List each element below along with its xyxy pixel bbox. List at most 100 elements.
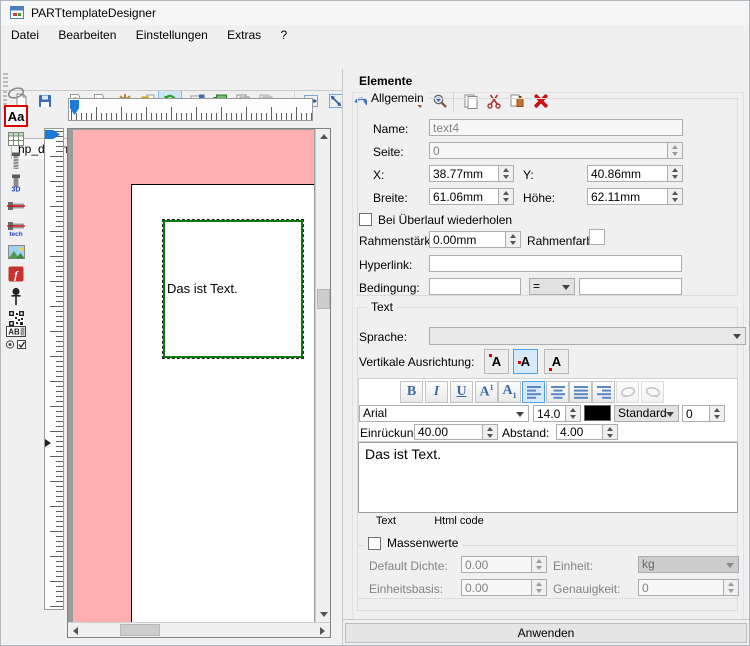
selected-textbox[interactable]: Das ist Text. [163,220,303,358]
menu-datei[interactable]: Datei [3,25,47,45]
einheit-combo[interactable]: kg [638,556,739,573]
align-left-button[interactable] [522,381,545,403]
table-tool-button[interactable] [4,129,28,149]
subscript-icon: A1 [502,384,516,400]
basis-spinner[interactable] [532,579,547,596]
vertikal-label: Vertikale Ausrichtung: [359,355,474,369]
bold-button[interactable]: B [400,381,423,403]
menu-bearbeiten[interactable]: Bearbeiten [50,25,124,45]
valign-bottom-button[interactable]: A [544,349,569,374]
dichte-input[interactable] [461,556,532,573]
menu-einstellungen[interactable]: Einstellungen [128,25,216,45]
font-size-spinner[interactable] [566,405,581,422]
bedingung-operator-combo[interactable]: = [529,278,575,295]
abstand-label: Abstand: [502,426,549,440]
pin-tool-button[interactable] [4,286,28,306]
basis-input[interactable] [461,579,532,596]
bold-icon: B [407,385,416,399]
underline-icon: U [456,385,466,399]
bolt-dimension-tool-button[interactable] [4,196,28,216]
superscript-button[interactable]: A1 [475,381,498,403]
overflow-checkbox[interactable] [359,213,372,226]
chevron-down-icon [516,412,524,417]
tab-html-code[interactable]: Html code [415,513,503,529]
scroll-down-icon[interactable] [316,607,331,622]
screw-3d-tool-button[interactable]: 3D [4,173,28,193]
horizontal-scroll-thumb[interactable] [120,624,160,636]
seite-input[interactable] [429,142,668,159]
canvas-horizontal-scrollbar[interactable] [68,622,330,637]
breite-input[interactable] [429,188,499,205]
chevron-down-icon [562,285,570,290]
tab-text[interactable]: Text [362,513,410,529]
font-family-combo[interactable]: Arial [359,405,529,422]
x-input[interactable] [429,165,499,182]
bolt-tech-tool-button[interactable]: tech [4,219,28,239]
font-extra-spinner[interactable] [710,405,725,422]
genauigkeit-input[interactable] [638,579,724,596]
massenwerte-checkbox[interactable] [368,537,381,550]
pin-icon [8,287,24,306]
font-family-value: Arial [363,406,387,420]
einrueckung-spinner[interactable] [483,424,498,440]
align-center-button[interactable] [546,381,569,403]
apply-divider [343,619,750,620]
align-left-icon [527,386,541,399]
font-extra-input[interactable] [682,405,710,422]
align-right-button[interactable] [592,381,615,403]
scroll-right-icon[interactable] [315,623,330,638]
font-color-swatch[interactable] [584,405,611,421]
canvas-viewport[interactable]: Das ist Text. [67,128,331,638]
screw-tool-button[interactable] [4,151,28,171]
flash-tool-button[interactable]: f [4,264,28,284]
einrueckung-input[interactable] [414,424,483,440]
scroll-left-icon[interactable] [68,623,83,638]
abstand-spinner[interactable] [603,424,618,440]
massenwerte-legend: Massenwerte [364,536,462,550]
rahmenstaerke-input[interactable] [429,231,506,248]
rotate-right-button[interactable] [641,381,664,403]
dichte-spinner[interactable] [532,556,547,573]
text-tool-button[interactable]: Aa [4,105,28,127]
ellipse-tool-button[interactable] [4,83,28,103]
font-size-input[interactable] [533,405,566,422]
seite-spinner[interactable] [668,142,683,159]
canvas-vertical-scrollbar[interactable] [315,129,330,622]
text-field-tool-button[interactable]: AB [4,325,28,338]
name-input[interactable] [429,119,683,136]
align-justify-button[interactable] [569,381,592,403]
svg-text:3D: 3D [12,187,21,193]
rahmenstaerke-spinner[interactable] [506,231,521,248]
scroll-up-icon[interactable] [316,129,331,144]
sprache-combo[interactable] [429,327,746,345]
bedingung-input-2[interactable] [579,278,682,295]
y-input[interactable] [587,165,668,182]
menu-extras[interactable]: Extras [219,25,269,45]
text-content-editor[interactable]: Das ist Text. [358,442,738,513]
valign-middle-button[interactable]: A [513,349,538,374]
subscript-button[interactable]: A1 [498,381,521,403]
massenwerte-groupbox [357,545,738,611]
genauigkeit-spinner[interactable] [724,579,739,596]
bedingung-input-1[interactable] [429,278,521,295]
form-controls-tool-button[interactable] [4,338,28,351]
menu-help[interactable]: ? [273,25,296,45]
hyperlink-input[interactable] [429,255,682,272]
vertical-scroll-thumb[interactable] [317,289,330,309]
abstand-input[interactable] [556,424,603,440]
horizontal-ruler [68,98,313,121]
hoehe-input[interactable] [587,188,668,205]
hoehe-spinner[interactable] [668,188,683,205]
apply-button[interactable]: Anwenden [345,623,747,643]
underline-button[interactable]: U [450,381,473,403]
bolt-dimension-icon [7,199,25,213]
valign-top-button[interactable]: A [484,349,509,374]
rotate-left-button[interactable] [616,381,639,403]
image-tool-button[interactable] [4,242,28,262]
breite-spinner[interactable] [499,188,514,205]
y-spinner[interactable] [668,165,683,182]
rahmenfarbe-swatch[interactable] [589,229,605,245]
font-style-combo[interactable]: Standard [614,405,679,422]
x-spinner[interactable] [499,165,514,182]
italic-button[interactable]: I [425,381,448,403]
